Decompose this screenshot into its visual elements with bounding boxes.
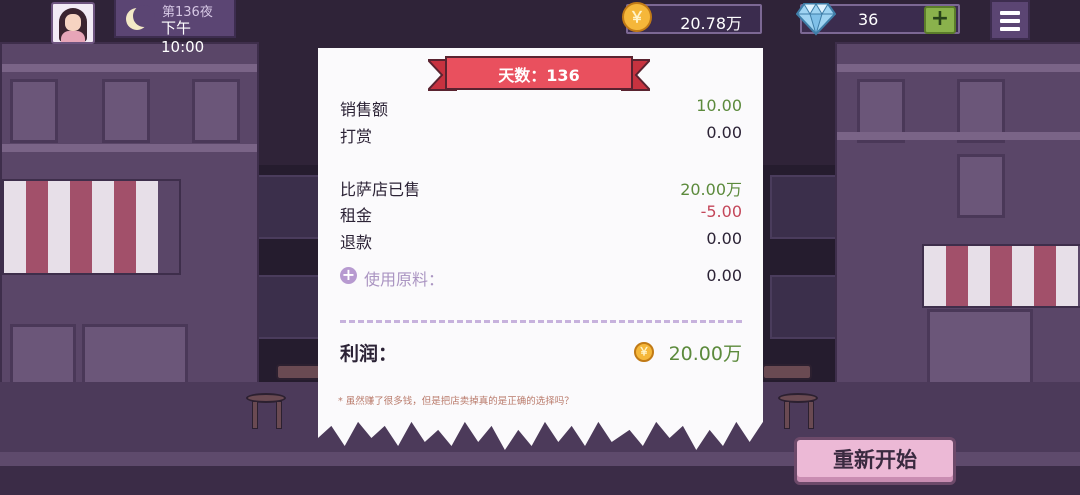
building-window xyxy=(250,175,324,239)
diamond-icon xyxy=(796,3,836,36)
building-window xyxy=(770,275,844,339)
building-ledge xyxy=(837,132,1080,140)
row-value: 20.00万 xyxy=(680,180,742,199)
row-value: 0.00 xyxy=(706,229,742,248)
player-avatar[interactable] xyxy=(51,2,95,44)
receipt-row-refund: 退款 0.00 xyxy=(340,229,742,253)
receipt-row-shop-sold: 比萨店已售 20.00万 xyxy=(340,176,742,200)
restart-button[interactable]: 重新开始 xyxy=(794,437,956,485)
moon-icon xyxy=(126,5,155,30)
divider xyxy=(340,320,742,323)
cafe-table xyxy=(762,364,812,380)
receipt-title: 天数：136 xyxy=(498,66,580,85)
row-value: -5.00 xyxy=(700,202,742,221)
building-window xyxy=(102,79,150,143)
building-ledge xyxy=(2,144,257,152)
coin-icon: ￥ xyxy=(622,2,652,32)
receipt-footnote: * 虽然赚了很多钱，但是把店卖掉真的是正确的选择吗？ xyxy=(338,396,574,407)
row-value: 0.00 xyxy=(706,266,742,285)
coin-value: 20.78万 xyxy=(680,14,742,33)
cafe-stool xyxy=(778,393,818,429)
striped-awning xyxy=(922,244,1080,308)
expand-plus-icon[interactable]: + xyxy=(340,267,357,284)
building-window xyxy=(250,275,324,339)
profit-value: 20.00万 xyxy=(668,343,742,365)
building-ledge xyxy=(837,64,1080,72)
building-window xyxy=(770,175,844,239)
receipt-row-tips: 打赏 0.00 xyxy=(340,123,742,147)
building-window xyxy=(192,79,240,143)
hamburger-icon xyxy=(1000,11,1020,15)
building-window xyxy=(10,79,58,143)
add-gems-button[interactable]: + xyxy=(924,6,956,34)
building-ledge xyxy=(2,64,257,72)
cafe-stool xyxy=(246,393,286,429)
row-label: 退款 xyxy=(340,233,373,252)
striped-awning xyxy=(2,179,181,275)
row-label: 使用原料： xyxy=(364,270,445,289)
gem-balance: 36 + xyxy=(796,3,960,36)
profit-label: 利润： xyxy=(340,343,398,365)
coin-icon: ￥ xyxy=(634,342,654,362)
day-time-panel: 第136夜 下午10:00 xyxy=(114,0,236,56)
receipt-row-rent: 租金 -5.00 xyxy=(340,202,742,226)
receipt-row-sales: 销售额 10.00 xyxy=(340,96,742,120)
row-label: 销售额 xyxy=(340,100,389,119)
gem-value: 36 xyxy=(858,10,879,29)
row-label: 打赏 xyxy=(340,127,373,146)
row-label: 比萨店已售 xyxy=(340,180,421,199)
building-window xyxy=(957,154,1005,218)
menu-button[interactable] xyxy=(990,0,1030,40)
row-label: 租金 xyxy=(340,206,373,225)
coin-balance: ￥ 20.78万 xyxy=(622,2,762,34)
receipt-row-ingredients[interactable]: + 使用原料： 0.00 xyxy=(340,266,742,290)
row-value: 10.00 xyxy=(696,96,742,115)
row-value: 0.00 xyxy=(706,123,742,142)
clock-time: 下午10:00 xyxy=(161,19,205,56)
